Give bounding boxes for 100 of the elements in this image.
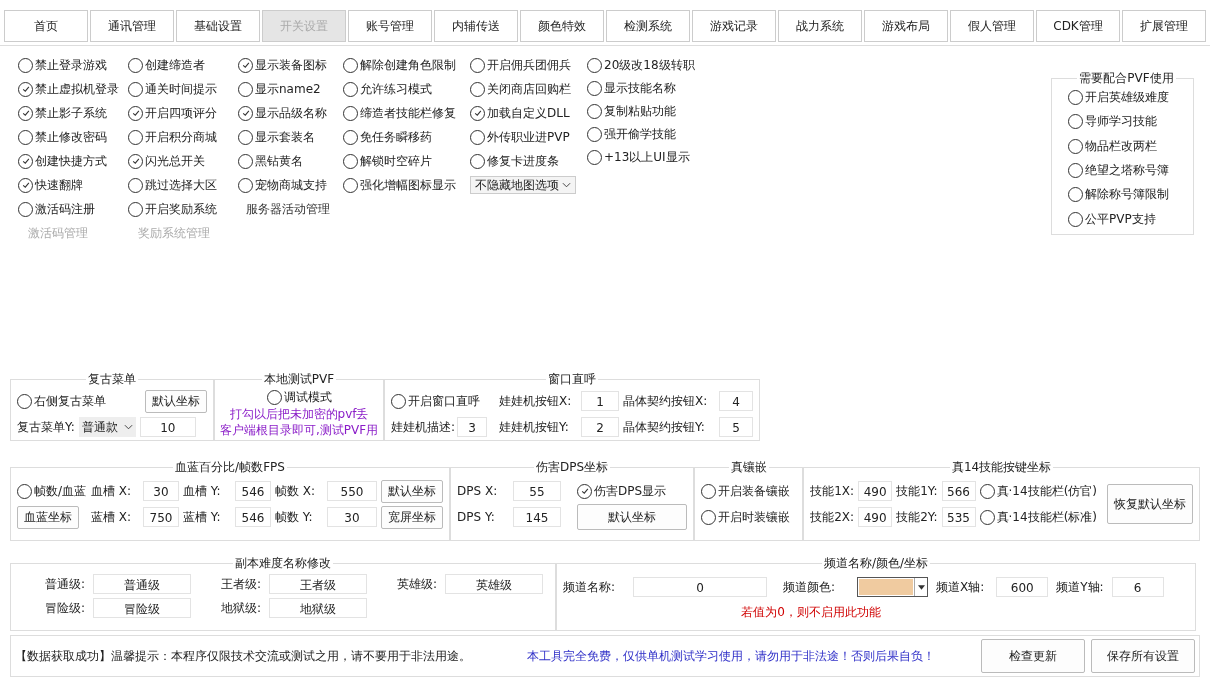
option-checkbox[interactable]: 黑钻黄名 [238,152,343,170]
option-checkbox[interactable]: 外传职业进PVP [470,128,587,146]
input-field[interactable]: 550 [327,481,377,501]
option-checkbox[interactable]: 禁止登录游戏 [18,56,128,74]
input-field[interactable]: 4 [719,391,753,411]
tab[interactable]: 通讯管理 [90,10,174,42]
option-checkbox[interactable]: 真·14技能栏(标准) [979,508,1097,526]
tab[interactable]: 战力系统 [778,10,862,42]
tab[interactable]: 扩展管理 [1122,10,1206,42]
option-checkbox[interactable]: 开启英雄级难度 [1068,89,1185,107]
option-checkbox[interactable]: 创建缔造者 [128,56,238,74]
input-field[interactable]: 750 [143,507,179,527]
input-field[interactable]: 5 [719,417,753,437]
option-checkbox[interactable]: 关闭商店回购栏 [470,80,587,98]
option-checkbox[interactable]: 开启装备镶嵌 [701,482,790,500]
action-button[interactable]: 检查更新 [981,639,1085,673]
option-checkbox[interactable]: 右侧复古菜单 [17,392,106,410]
option-checkbox[interactable]: 开启积分商城 [128,128,238,146]
option-checkbox[interactable]: +13以上UI显示 [587,148,707,166]
tab[interactable]: 基础设置 [176,10,260,42]
option-checkbox[interactable]: 绝望之塔称号簿 [1068,162,1185,180]
option-checkbox[interactable]: 禁止影子系统 [18,104,128,122]
input-field[interactable]: 3 [457,417,488,437]
input-field[interactable]: 6 [1111,577,1164,597]
coords-button[interactable]: 宽屏坐标 [381,505,443,529]
input-field[interactable]: 600 [996,577,1049,597]
option-checkbox[interactable]: 解除创建角色限制 [343,56,470,74]
option-checkbox[interactable]: 开启佣兵团佣兵 [470,56,587,74]
option-checkbox[interactable]: 显示装备图标 [238,56,343,74]
input-field[interactable]: 英雄级 [445,574,543,594]
input-field[interactable]: 冒险级 [93,598,191,618]
option-checkbox[interactable]: 复制粘贴功能 [587,102,707,120]
tab[interactable]: 首页 [4,10,88,42]
option-checkbox[interactable]: 闪光总开关 [128,152,238,170]
input-field[interactable]: 490 [858,507,893,527]
tab[interactable]: 检测系统 [606,10,690,42]
option-checkbox[interactable]: 开启奖励系统 [128,200,238,218]
input-field[interactable]: 566 [941,481,976,501]
style-dropdown[interactable]: 普通款 [78,417,136,437]
option-checkbox[interactable]: 激活码注册 [18,200,128,218]
input-field[interactable]: 55 [513,481,561,501]
option-checkbox[interactable]: 禁止虚拟机登录 [18,80,128,98]
option-checkbox[interactable]: 20级改18级转职 [587,56,707,74]
option-checkbox[interactable]: 物品栏改两栏 [1068,137,1185,155]
option-checkbox[interactable]: 显示name2 [238,80,343,98]
tab[interactable]: 假人管理 [950,10,1034,42]
tab[interactable]: 游戏记录 [692,10,776,42]
option-checkbox[interactable]: 缔造者技能栏修复 [343,104,470,122]
option-checkbox[interactable]: 真·14技能栏(仿官) [979,482,1097,500]
option-checkbox[interactable]: 解锁时空碎片 [343,152,470,170]
option-checkbox[interactable]: 免任务瞬移药 [343,128,470,146]
option-checkbox[interactable]: 开启四项评分 [128,104,238,122]
option-checkbox[interactable]: 允许练习模式 [343,80,470,98]
option-checkbox[interactable]: 强开偷学技能 [587,125,707,143]
tab[interactable]: 游戏布局 [864,10,948,42]
input-field[interactable]: 普通级 [93,574,191,594]
input-field[interactable]: 30 [143,481,179,501]
option-checkbox[interactable]: 加载自定义DLL [470,104,587,122]
input-field[interactable]: 546 [235,481,271,501]
input-field[interactable]: 546 [235,507,271,527]
color-picker[interactable] [857,577,928,597]
input-field[interactable]: 10 [139,417,196,437]
option-checkbox[interactable]: 通关时间提示 [128,80,238,98]
input-field[interactable]: 490 [858,481,893,501]
action-button[interactable]: 保存所有设置 [1091,639,1195,673]
option-checkbox[interactable]: 解除称号簿限制 [1068,186,1185,204]
option-checkbox[interactable]: 公平PVP支持 [1068,210,1185,228]
tab[interactable]: 内辅传送 [434,10,518,42]
option-checkbox[interactable]: 显示套装名 [238,128,343,146]
tab[interactable]: 账号管理 [348,10,432,42]
option-checkbox[interactable]: 修复卡进度条 [470,152,587,170]
option-checkbox[interactable]: 强化增幅图标显示 [343,176,470,194]
option-checkbox[interactable]: 导师学习技能 [1068,113,1185,131]
coords-button[interactable]: 默认坐标 [381,479,443,503]
option-checkbox[interactable]: 禁止修改密码 [18,128,128,146]
option-checkbox[interactable]: 显示技能名称 [587,79,707,97]
map-option-dropdown[interactable]: 不隐藏地图选项 [470,176,576,194]
option-checkbox[interactable]: 创建快捷方式 [18,152,128,170]
input-field[interactable]: 535 [941,507,976,527]
tab[interactable]: CDK管理 [1036,10,1120,42]
restore-defaults-button[interactable]: 恢复默认坐标 [1107,484,1193,524]
input-field[interactable]: 145 [513,507,561,527]
option-checkbox[interactable]: 跳过选择大区 [128,176,238,194]
option-checkbox[interactable]: 伤害DPS显示 [577,482,667,500]
hp-mp-coords-button[interactable]: 血蓝坐标 [17,505,79,529]
option-checkbox[interactable]: 宠物商城支持 [238,176,343,194]
default-coords-button[interactable]: 默认坐标 [577,504,687,530]
option-checkbox[interactable]: 快速翻牌 [18,176,128,194]
default-coords-button[interactable]: 默认坐标 [145,389,207,413]
input-field[interactable]: 2 [581,417,619,437]
option-checkbox[interactable]: 开启窗口直呼 [391,392,480,410]
input-field[interactable]: 30 [327,507,377,527]
manage-link[interactable]: 服务器活动管理 [238,200,343,218]
input-field[interactable]: 0 [633,577,767,597]
input-field[interactable]: 1 [581,391,619,411]
input-field[interactable]: 地狱级 [269,598,367,618]
input-field[interactable]: 王者级 [269,574,367,594]
option-checkbox[interactable]: 开启时装镶嵌 [701,508,790,526]
tab[interactable]: 颜色特效 [520,10,604,42]
option-checkbox[interactable]: 调试模式 [266,388,332,406]
